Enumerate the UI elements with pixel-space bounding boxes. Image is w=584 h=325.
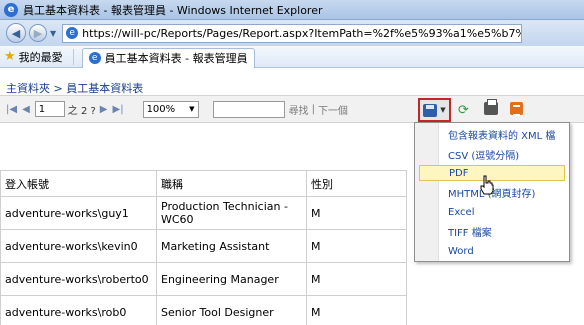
table-row: adventure-works\kevin0 Marketing Assista… (0, 229, 407, 263)
refresh-icon[interactable]: ⟳ (458, 103, 469, 118)
address-bar: ◀ ▶ ▼ e https://will-pc/Reports/Pages/Re… (0, 20, 584, 46)
save-icon (423, 103, 438, 117)
favorites-divider (72, 48, 74, 65)
export-button[interactable]: ▼ (418, 98, 451, 122)
cell-login: adventure-works\kevin0 (0, 229, 157, 263)
breadcrumb[interactable]: 主資料夾 > 員工基本資料表 (6, 80, 143, 96)
export-tiff-item[interactable]: TIFF 檔案 (419, 223, 565, 239)
header-title: 職稱 (156, 170, 307, 197)
toolbar-divider: | (311, 103, 315, 115)
favorites-label[interactable]: 我的最愛 (19, 49, 63, 65)
export-xml-item[interactable]: 包含報表資料的 XML 檔 (419, 126, 565, 142)
print-icon[interactable] (484, 99, 498, 115)
cell-login: adventure-works\guy1 (0, 196, 157, 230)
favorites-bar: ★ 我的最愛 e 員工基本資料表 - 報表管理員 (0, 46, 584, 68)
page-number-input[interactable] (34, 101, 65, 117)
tab-favicon-icon: e (88, 52, 101, 64)
cell-gender: M (306, 196, 407, 230)
browser-tab[interactable]: e 員工基本資料表 - 報表管理員 (81, 47, 255, 68)
cell-title: Senior Tool Designer (156, 295, 307, 325)
report-toolbar: |◀ ◀ 之 2 ? ▶ ▶| 100% ▼ 尋找 | 下一個 ▼ ⟳ (0, 95, 584, 123)
export-dropdown-icon: ▼ (440, 106, 446, 114)
previous-page-icon[interactable]: ◀ (22, 104, 30, 115)
zoom-value: 100% (146, 103, 176, 115)
url-text: https://will-pc/Reports/Pages/Report.asp… (82, 26, 521, 40)
back-button[interactable]: ◀ (6, 23, 26, 43)
find-link[interactable]: 尋找 (289, 102, 309, 117)
window-title: 員工基本資料表 - 報表管理員 - Windows Internet Explo… (23, 3, 323, 17)
table-header-row: 登入帳號 職稱 性別 (0, 170, 407, 197)
header-gender: 性別 (306, 170, 407, 197)
report-table: 登入帳號 職稱 性別 adventure-works\guy1 Producti… (0, 170, 407, 325)
ie-logo-icon: e (4, 2, 18, 17)
cell-title: Engineering Manager (156, 262, 307, 296)
table-row: adventure-works\guy1 Production Technici… (0, 196, 407, 230)
cell-title: Production Technician - WC60 (156, 196, 307, 230)
zoom-select[interactable]: 100% ▼ (142, 100, 199, 118)
find-next-link[interactable]: 下一個 (318, 102, 348, 117)
tab-label: 員工基本資料表 - 報表管理員 (104, 52, 248, 65)
first-page-icon[interactable]: |◀ (6, 104, 17, 115)
table-row: adventure-works\roberto0 Engineering Man… (0, 262, 407, 296)
history-dropdown-icon[interactable]: ▼ (50, 29, 56, 38)
cell-title: Marketing Assistant (156, 229, 307, 263)
export-csv-item[interactable]: CSV (逗號分隔) (419, 146, 565, 162)
cell-login: adventure-works\rob0 (0, 295, 157, 325)
export-excel-item[interactable]: Excel (419, 204, 565, 220)
cell-gender: M (306, 295, 407, 325)
cell-gender: M (306, 229, 407, 263)
last-page-icon[interactable]: ▶| (113, 104, 124, 115)
zoom-dropdown-icon: ▼ (189, 105, 195, 113)
hand-cursor-icon (480, 175, 494, 195)
export-word-item[interactable]: Word (419, 243, 565, 259)
page-count-text: 之 2 ? (67, 105, 96, 117)
table-row: adventure-works\rob0 Senior Tool Designe… (0, 295, 407, 325)
forward-button[interactable]: ▶ (29, 24, 47, 42)
page-favicon-icon: e (66, 27, 79, 39)
cell-login: adventure-works\roberto0 (0, 262, 157, 296)
cell-gender: M (306, 262, 407, 296)
url-field[interactable]: e https://will-pc/Reports/Pages/Report.a… (62, 23, 523, 43)
favorites-star-icon[interactable]: ★ (4, 49, 16, 64)
header-login: 登入帳號 (0, 170, 157, 197)
window-titlebar: e 員工基本資料表 - 報表管理員 - Windows Internet Exp… (0, 0, 584, 20)
find-input[interactable] (212, 100, 285, 118)
next-page-icon[interactable]: ▶ (100, 104, 108, 115)
data-feed-icon[interactable] (510, 102, 523, 116)
